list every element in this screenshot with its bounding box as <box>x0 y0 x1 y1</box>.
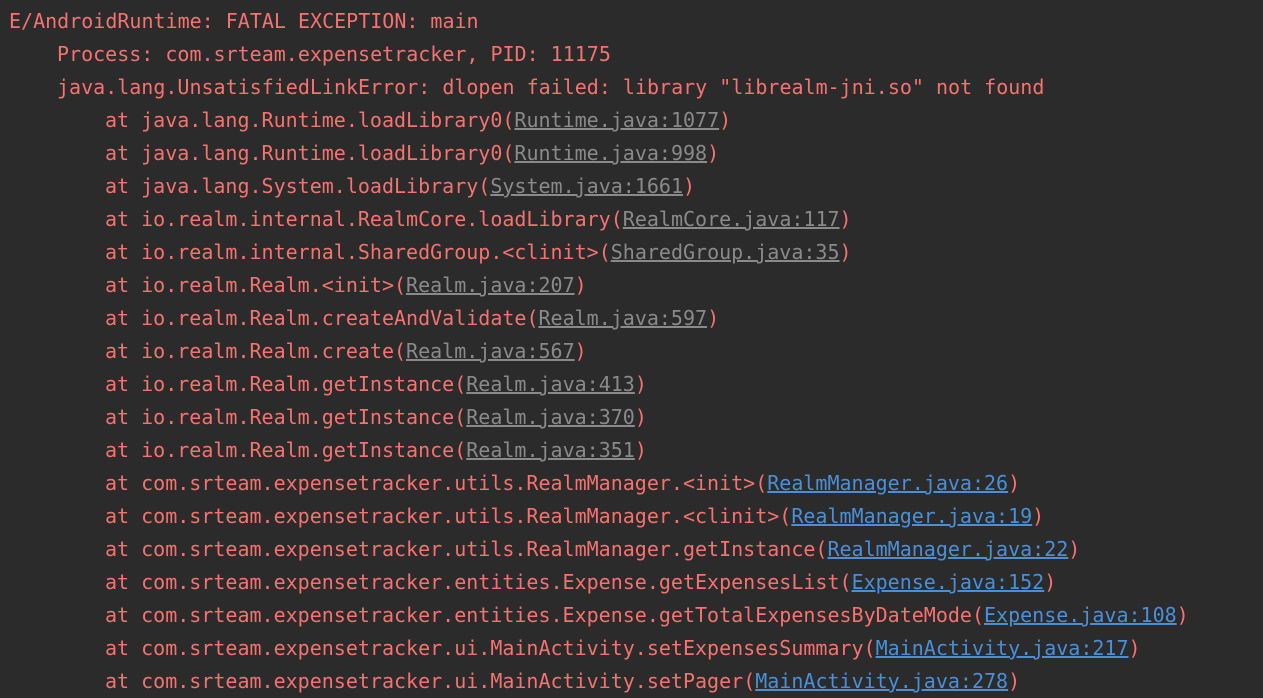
paren-close: ) <box>634 405 647 429</box>
source-location-link[interactable]: RealmManager.java:22 <box>827 537 1068 561</box>
paren-close: ) <box>1176 603 1189 627</box>
stack-frame-method: at io.realm.Realm.createAndValidate <box>105 306 527 330</box>
stack-frame-line: at com.srteam.expensetracker.utils.Realm… <box>0 467 1263 500</box>
paren-open: ( <box>454 438 467 462</box>
paren-open: ( <box>779 504 792 528</box>
stack-frame-method: at com.srteam.expensetracker.ui.MainActi… <box>105 636 864 660</box>
paren-close: ) <box>1128 636 1141 660</box>
stack-frame-method: at io.realm.internal.RealmCore.loadLibra… <box>105 207 611 231</box>
source-location-link[interactable]: Realm.java:351 <box>466 438 635 462</box>
stack-frame-line: at io.realm.Realm.<init>(Realm.java:207) <box>0 269 1263 302</box>
paren-open: ( <box>743 669 756 693</box>
paren-open: ( <box>839 570 852 594</box>
source-location-link[interactable]: Expense.java:152 <box>852 570 1045 594</box>
stack-frame-line: at java.lang.Runtime.loadLibrary0(Runtim… <box>0 137 1263 170</box>
source-location-link[interactable]: RealmManager.java:26 <box>767 471 1008 495</box>
source-location-link[interactable]: Runtime.java:998 <box>514 141 707 165</box>
stack-frame-method: at io.realm.Realm.getInstance <box>105 405 455 429</box>
source-location-link[interactable]: Expense.java:108 <box>984 603 1177 627</box>
paren-close: ) <box>707 306 720 330</box>
paren-close: ) <box>634 372 647 396</box>
source-location-link[interactable]: System.java:1661 <box>490 174 683 198</box>
stack-frame-line: at com.srteam.expensetracker.entities.Ex… <box>0 566 1263 599</box>
paren-open: ( <box>393 273 407 297</box>
paren-close: ) <box>634 438 647 462</box>
stack-frame-method: at com.srteam.expensetracker.entities.Ex… <box>105 570 840 594</box>
paren-open: ( <box>971 603 984 627</box>
stack-frame-line: at com.srteam.expensetracker.ui.MainActi… <box>0 632 1263 665</box>
stack-frame-method: at io.realm.Realm.getInstance <box>105 372 455 396</box>
stack-frame-line: at com.srteam.expensetracker.utils.Realm… <box>0 500 1263 533</box>
source-location-link[interactable]: Runtime.java:1077 <box>514 108 719 132</box>
stack-frame-method: at com.srteam.expensetracker.utils.Realm… <box>105 537 816 561</box>
stack-frame-line: at io.realm.Realm.createAndValidate(Real… <box>0 302 1263 335</box>
paren-open: ( <box>502 108 515 132</box>
stack-frame-method: at com.srteam.expensetracker.utils.Realm… <box>105 504 780 528</box>
paren-open: ( <box>393 339 407 363</box>
paren-close: ) <box>1008 669 1021 693</box>
stack-frame-method: at io.realm.Realm.create <box>105 339 394 363</box>
stack-frame-line: at com.srteam.expensetracker.ui.MainActi… <box>0 665 1263 698</box>
source-location-link[interactable]: Realm.java:597 <box>538 306 707 330</box>
stack-frame-line: at java.lang.System.loadLibrary(System.j… <box>0 170 1263 203</box>
paren-close: ) <box>1044 570 1057 594</box>
paren-close: ) <box>682 174 696 198</box>
stack-frame-line: at io.realm.Realm.getInstance(Realm.java… <box>0 368 1263 401</box>
log-header-line: E/AndroidRuntime: FATAL EXCEPTION: main <box>9 9 479 33</box>
stack-frame-method: at java.lang.Runtime.loadLibrary0 <box>105 141 503 165</box>
stack-trace: at java.lang.Runtime.loadLibrary0(Runtim… <box>0 104 1263 698</box>
paren-open: ( <box>502 141 515 165</box>
paren-open: ( <box>755 471 768 495</box>
paren-close: ) <box>1068 537 1081 561</box>
log-exception-line: java.lang.UnsatisfiedLinkError: dlopen f… <box>57 75 1045 99</box>
paren-open: ( <box>526 306 539 330</box>
stack-frame-method: at java.lang.System.loadLibrary <box>105 174 479 198</box>
logcat-console: E/AndroidRuntime: FATAL EXCEPTION: main … <box>0 0 1263 698</box>
paren-close: ) <box>1032 504 1045 528</box>
stack-frame-line: at io.realm.internal.RealmCore.loadLibra… <box>0 203 1263 236</box>
stack-frame-method: at com.srteam.expensetracker.entities.Ex… <box>105 603 972 627</box>
stack-frame-line: at io.realm.internal.SharedGroup.<clinit… <box>0 236 1263 269</box>
log-process-line: Process: com.srteam.expensetracker, PID:… <box>57 42 611 66</box>
stack-frame-line: at java.lang.Runtime.loadLibrary0(Runtim… <box>0 104 1263 137</box>
paren-open: ( <box>863 636 876 660</box>
stack-frame-method: at io.realm.Realm.<init> <box>105 273 394 297</box>
stack-frame-method: at io.realm.Realm.getInstance <box>105 438 455 462</box>
source-location-link[interactable]: Realm.java:207 <box>406 273 575 297</box>
stack-frame-line: at io.realm.Realm.getInstance(Realm.java… <box>0 434 1263 467</box>
stack-frame-line: at com.srteam.expensetracker.utils.Realm… <box>0 533 1263 566</box>
source-location-link[interactable]: RealmCore.java:117 <box>623 207 840 231</box>
stack-frame-line: at io.realm.Realm.getInstance(Realm.java… <box>0 401 1263 434</box>
stack-frame-line: at com.srteam.expensetracker.entities.Ex… <box>0 599 1263 632</box>
paren-open: ( <box>815 537 828 561</box>
source-location-link[interactable]: Realm.java:413 <box>466 372 635 396</box>
paren-open: ( <box>454 372 467 396</box>
source-location-link[interactable]: Realm.java:567 <box>406 339 575 363</box>
paren-open: ( <box>478 174 491 198</box>
paren-close: ) <box>574 339 587 363</box>
paren-close: ) <box>1008 471 1021 495</box>
paren-open: ( <box>454 405 467 429</box>
stack-frame-method: at com.srteam.expensetracker.utils.Realm… <box>105 471 756 495</box>
paren-close: ) <box>719 108 732 132</box>
paren-close: ) <box>707 141 720 165</box>
stack-frame-method: at io.realm.internal.SharedGroup.<clinit… <box>105 240 599 264</box>
stack-frame-method: at com.srteam.expensetracker.ui.MainActi… <box>105 669 744 693</box>
source-location-link[interactable]: RealmManager.java:19 <box>791 504 1032 528</box>
stack-frame-line: at io.realm.Realm.create(Realm.java:567) <box>0 335 1263 368</box>
source-location-link[interactable]: MainActivity.java:217 <box>876 636 1129 660</box>
source-location-link[interactable]: SharedGroup.java:35 <box>611 240 840 264</box>
source-location-link[interactable]: Realm.java:370 <box>466 405 635 429</box>
source-location-link[interactable]: MainActivity.java:278 <box>755 669 1008 693</box>
paren-open: ( <box>598 240 611 264</box>
stack-frame-method: at java.lang.Runtime.loadLibrary0 <box>105 108 503 132</box>
paren-open: ( <box>610 207 623 231</box>
paren-close: ) <box>839 240 852 264</box>
paren-close: ) <box>839 207 852 231</box>
paren-close: ) <box>574 273 587 297</box>
